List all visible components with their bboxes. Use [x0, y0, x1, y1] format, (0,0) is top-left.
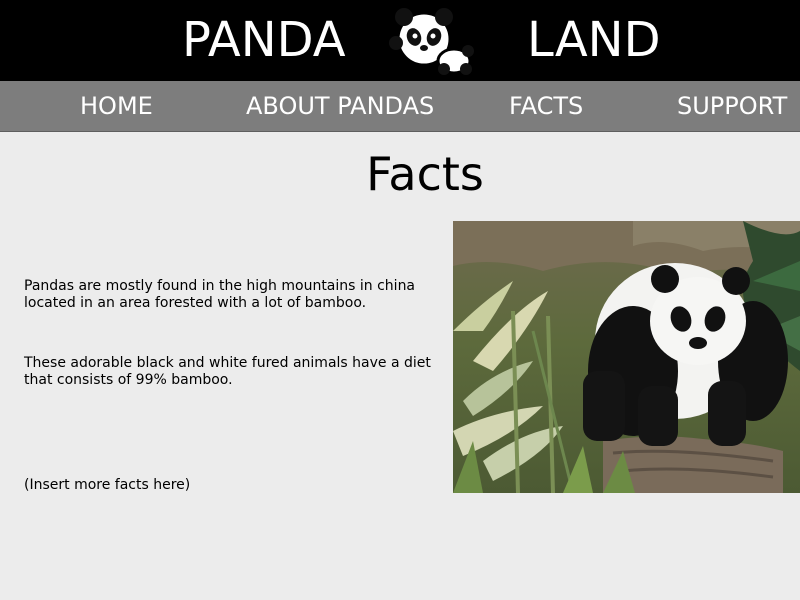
site-header: PANDA LAND	[0, 0, 800, 81]
nav-item-home[interactable]: HOME	[80, 81, 153, 131]
fact-paragraph-placeholder: (Insert more facts here)	[24, 477, 191, 493]
panda-logo-icon[interactable]	[382, 3, 478, 79]
brand-title-left: PANDA	[182, 12, 346, 68]
page-title: Facts	[366, 147, 484, 201]
nav-item-about-pandas[interactable]: ABOUT PANDAS	[246, 81, 434, 131]
fact-paragraph-diet: These adorable black and white fured ani…	[24, 355, 431, 388]
nav-item-facts[interactable]: FACTS	[509, 81, 583, 131]
panda-photo	[453, 221, 800, 493]
nav-item-support[interactable]: SUPPORT	[677, 81, 787, 131]
brand-title-right: LAND	[527, 12, 661, 68]
main-nav: HOME ABOUT PANDAS FACTS SUPPORT	[0, 81, 800, 132]
fact-paragraph-habitat: Pandas are mostly found in the high moun…	[24, 278, 416, 311]
